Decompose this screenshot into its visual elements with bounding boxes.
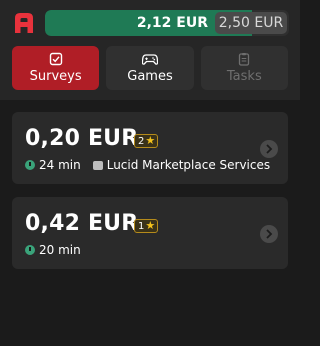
survey-meta: 24 min Lucid Marketplace Services [25, 158, 270, 172]
tab-tasks[interactable]: Tasks [200, 46, 288, 90]
top-bar: 2,12 EUR 2,50 EUR Surveys Games Tasks [0, 0, 300, 100]
survey-card[interactable]: 0,42 EUR 1 ★ 20 min [12, 197, 288, 269]
briefcase-icon [92, 160, 103, 170]
tab-games[interactable]: Games [106, 46, 194, 90]
survey-provider: Lucid Marketplace Services [106, 158, 271, 172]
tab-bar: Surveys Games Tasks [12, 46, 288, 90]
balance-target: 2,50 EUR [215, 12, 287, 34]
checkbox-icon [49, 52, 62, 66]
survey-duration: 20 min [39, 243, 81, 257]
chevron-right-icon[interactable] [260, 140, 278, 158]
chevron-right-icon[interactable] [260, 225, 278, 243]
tab-surveys-label: Surveys [29, 69, 82, 84]
clock-icon [25, 160, 35, 170]
survey-reward: 0,20 EUR [25, 126, 139, 151]
tab-games-label: Games [127, 69, 173, 84]
tab-surveys[interactable]: Surveys [12, 46, 100, 90]
clock-icon [25, 245, 35, 255]
survey-reward: 0,42 EUR [25, 211, 139, 236]
tab-tasks-label: Tasks [226, 69, 262, 84]
survey-rating-value: 2 [138, 135, 145, 147]
balance-current: 2,12 EUR [136, 15, 208, 31]
balance-progress-bar: 2,12 EUR 2,50 EUR [45, 10, 289, 36]
survey-meta: 20 min [25, 243, 81, 257]
survey-rating-badge: 2 ★ [134, 134, 159, 148]
survey-duration: 24 min [39, 158, 81, 172]
star-icon: ★ [145, 134, 156, 147]
survey-rating-badge: 1 ★ [134, 219, 159, 233]
survey-card[interactable]: 0,20 EUR 2 ★ 24 min Lucid Marketplace Se… [12, 112, 288, 184]
star-icon: ★ [145, 219, 156, 232]
gamepad-icon [141, 54, 158, 65]
survey-rating-value: 1 [138, 220, 145, 232]
clipboard-icon [239, 53, 250, 66]
app-logo-icon[interactable] [12, 11, 36, 35]
